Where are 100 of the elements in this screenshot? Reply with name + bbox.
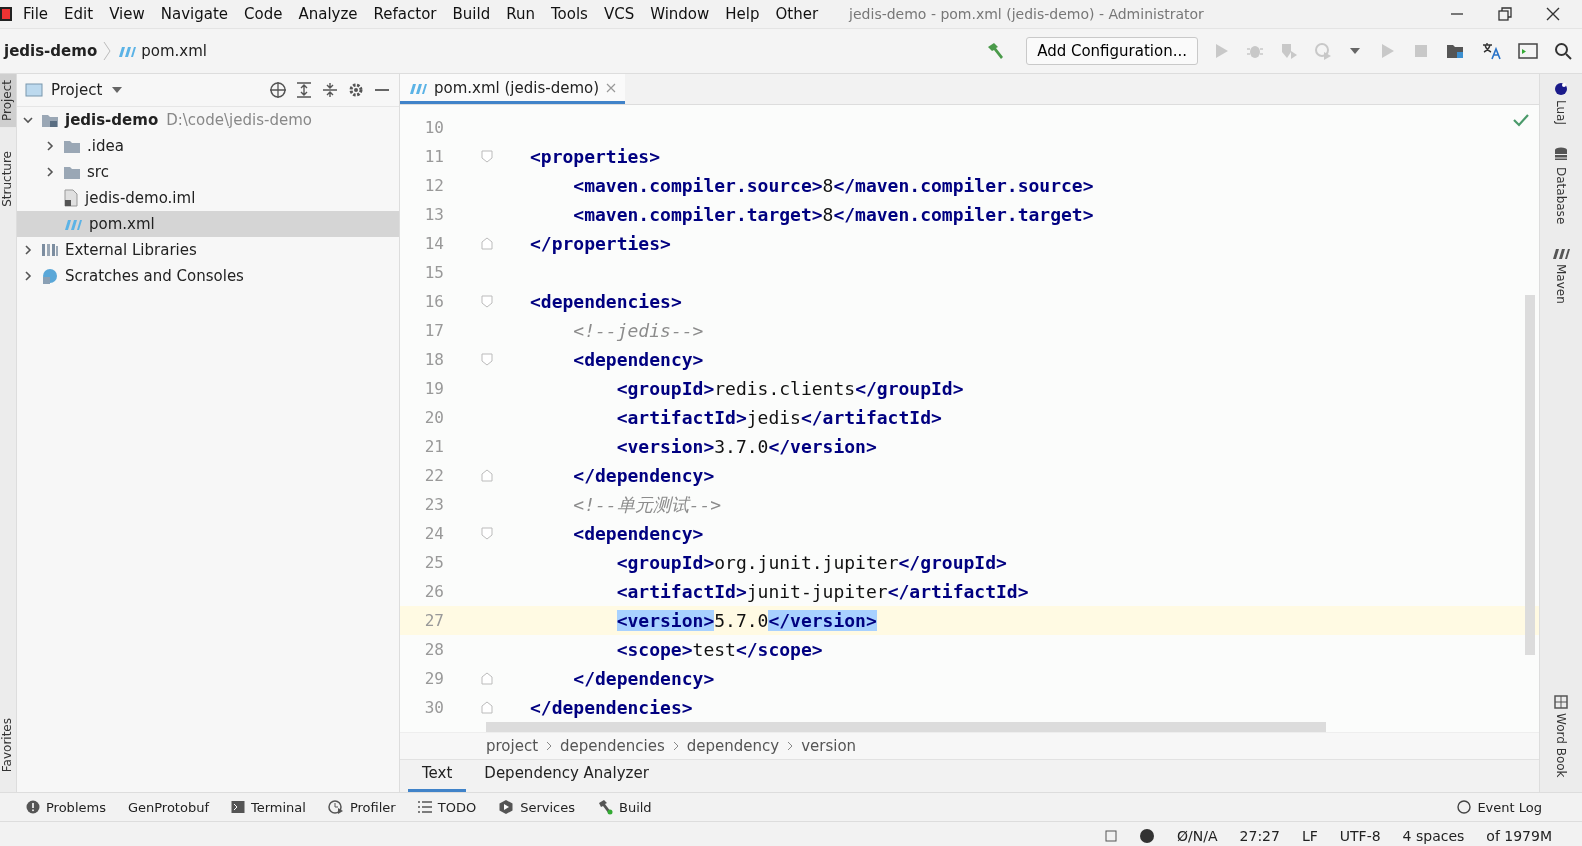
tool-window-button[interactable]: GenProtobuf <box>127 799 209 815</box>
chevron-right-icon <box>103 41 112 61</box>
chevron-right-icon <box>546 741 553 751</box>
menu-item[interactable]: Edit <box>57 3 101 25</box>
code-line: </dependency> <box>573 668 715 689</box>
menu-item[interactable]: VCS <box>596 3 642 25</box>
editor-tab[interactable]: Dependency Analyzer <box>470 760 663 792</box>
menu-item[interactable]: Refactor <box>366 3 444 25</box>
code-line: </dependencies> <box>530 697 693 718</box>
database-icon <box>1554 147 1568 163</box>
status-item[interactable]: 4 spaces <box>1402 828 1465 844</box>
services-icon <box>498 799 515 815</box>
chevron-right-icon <box>787 741 794 751</box>
menu-item[interactable]: Window <box>643 3 717 25</box>
tool-window-button[interactable]: Word Book <box>1554 713 1568 778</box>
scratches-icon <box>41 267 59 285</box>
code-line: <maven.compiler.target>8</maven.compiler.target> <box>573 204 1094 225</box>
breadcrumb-item[interactable]: pom.xml <box>141 42 207 60</box>
menu-item[interactable]: Build <box>445 3 498 25</box>
menu-item[interactable]: Other <box>768 3 826 25</box>
status-item[interactable]: Ø/N/A <box>1177 828 1218 844</box>
menu-item[interactable]: Help <box>718 3 767 25</box>
terminal-window-icon[interactable] <box>1518 42 1538 60</box>
tool-window-button[interactable]: Services <box>520 799 575 815</box>
code-line: <groupId>redis.clients</groupId> <box>616 378 964 399</box>
line-number: 29 <box>423 669 444 688</box>
editor-tab[interactable]: pom.xml (jedis-demo) <box>400 74 626 104</box>
line-number: 30 <box>423 698 444 717</box>
tool-window-button[interactable]: TODO <box>437 799 477 815</box>
tree-item[interactable]: .idea <box>17 133 399 159</box>
tool-window-button[interactable]: Project <box>0 74 16 128</box>
library-icon <box>41 242 59 258</box>
tool-window-button[interactable]: Maven <box>1554 264 1568 305</box>
line-number: 17 <box>423 321 444 340</box>
menu-item[interactable]: View <box>102 3 152 25</box>
breadcrumb-item[interactable]: jedis-demo <box>0 42 98 60</box>
code-line: <artifactId>jedis</artifactId> <box>616 407 942 428</box>
panel-title: Project <box>51 81 103 99</box>
tool-window-button[interactable]: Event Log <box>1477 799 1542 815</box>
folder-icon[interactable] <box>1446 42 1466 60</box>
line-number: 26 <box>423 582 444 601</box>
tool-window-button[interactable]: Favorites <box>0 711 16 778</box>
search-icon[interactable] <box>1554 42 1572 60</box>
menu-item[interactable]: Tools <box>543 3 595 25</box>
translate-icon[interactable] <box>1482 41 1502 61</box>
status-item[interactable]: LF <box>1301 828 1318 844</box>
breadcrumb-item[interactable]: version <box>801 737 857 755</box>
globe-icon <box>1554 82 1568 96</box>
scrollbar[interactable] <box>486 722 1326 732</box>
tool-window-button[interactable]: Database <box>1554 167 1568 225</box>
book-icon <box>1554 695 1568 710</box>
line-number: 25 <box>423 553 444 572</box>
status-item[interactable]: of 1979M <box>1486 828 1552 844</box>
menu-item[interactable]: Navigate <box>153 3 236 25</box>
add-configuration-button[interactable]: Add Configuration... <box>1026 37 1198 65</box>
target-icon[interactable] <box>269 81 287 99</box>
code-line: <dependency> <box>573 523 704 544</box>
tool-window-button[interactable]: Structure <box>0 145 16 213</box>
breadcrumb-item[interactable]: dependency <box>686 737 780 755</box>
tree-item[interactable]: Scratches and Consoles <box>17 263 399 289</box>
restore-icon[interactable] <box>1496 5 1514 23</box>
collapse-all-icon[interactable] <box>321 81 339 99</box>
code-line: <version>3.7.0</version> <box>616 436 877 457</box>
code-line: <!--jedis--> <box>573 320 704 341</box>
close-icon[interactable] <box>1544 5 1562 23</box>
tree-item[interactable]: jedis-demo D:\code\jedis-demo <box>17 107 399 133</box>
menu-item[interactable]: File <box>16 3 56 25</box>
tool-window-button[interactable]: Profiler <box>349 799 396 815</box>
tree-item[interactable]: pom.xml <box>17 211 399 237</box>
tree-item[interactable]: src <box>17 159 399 185</box>
line-number: 12 <box>423 176 444 195</box>
window-title: jedis-demo - pom.xml (jedis-demo) - Administrator <box>849 6 1205 22</box>
status-item[interactable]: 27:27 <box>1239 828 1280 844</box>
line-number: 21 <box>423 437 444 456</box>
line-number: 15 <box>423 263 444 282</box>
folder-icon <box>63 164 81 180</box>
scrollbar[interactable] <box>1525 295 1535 655</box>
gear-icon[interactable] <box>347 81 365 99</box>
line-number: 20 <box>423 408 444 427</box>
tool-window-button[interactable]: Problems <box>46 799 106 815</box>
line-number: 24 <box>423 524 444 543</box>
breadcrumb-item[interactable]: project <box>486 737 539 755</box>
tree-item[interactable]: External Libraries <box>17 237 399 263</box>
breadcrumb-item[interactable]: dependencies <box>560 737 665 755</box>
line-number: 27 <box>423 611 444 630</box>
tool-window-button[interactable]: LuaJ <box>1554 100 1568 125</box>
line-number: 13 <box>423 205 444 224</box>
menu-item[interactable]: Analyze <box>291 3 365 25</box>
code-line: <version>5.7.0</version> <box>616 610 877 631</box>
expand-all-icon[interactable] <box>295 81 313 99</box>
file-icon <box>63 189 79 207</box>
menu-item[interactable]: Run <box>499 3 542 25</box>
tree-item[interactable]: jedis-demo.iml <box>17 185 399 211</box>
list-icon <box>417 801 432 813</box>
menu-item[interactable]: Code <box>237 3 290 25</box>
tool-window-button[interactable]: Build <box>618 799 652 815</box>
window-icon <box>25 82 43 98</box>
maven-icon <box>1551 246 1571 261</box>
tool-window-button[interactable]: Terminal <box>251 799 306 815</box>
status-item[interactable]: UTF-8 <box>1339 828 1381 844</box>
